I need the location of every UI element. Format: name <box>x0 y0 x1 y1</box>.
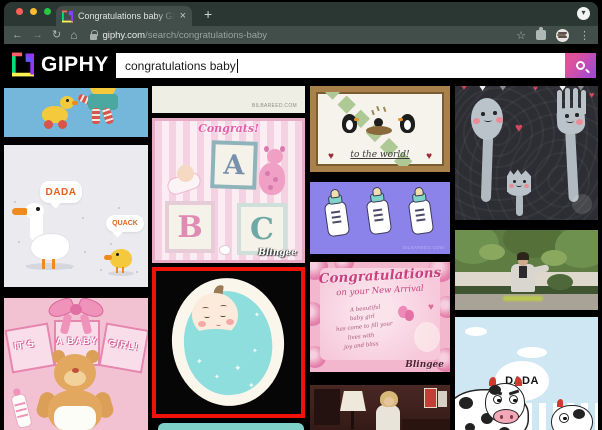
new-tab-button[interactable]: + <box>204 6 212 22</box>
penguin <box>342 114 357 133</box>
star-icon: ✦ <box>248 381 255 390</box>
cloud <box>517 347 547 358</box>
url-box[interactable]: giphy.com/search/congratulations-baby <box>86 30 507 41</box>
baby-bottle <box>408 199 435 236</box>
bookmark-star-icon[interactable]: ☆ <box>516 29 526 42</box>
speech-bubble: QUACK <box>106 215 144 232</box>
search-bar: congratulations baby <box>116 53 596 78</box>
wall-poster <box>424 388 437 408</box>
giphy-brand[interactable]: GIPHY <box>12 52 109 77</box>
lampshade <box>340 391 366 411</box>
gif-tile-baby-girl-teddy[interactable]: IT'S A BABY GIRL! <box>4 298 148 430</box>
gif-tile-congratulations-card[interactable]: Congratulations on your New Arrival A be… <box>310 262 450 372</box>
forward-button[interactable]: → <box>32 26 43 44</box>
speech-bubble: DADA <box>40 181 82 203</box>
pacifier <box>219 245 231 255</box>
address-bar: ← → ↻ ⌂ giphy.com/search/congratulations… <box>4 26 598 44</box>
giphy-wordmark: GIPHY <box>41 53 109 77</box>
giphy-logo-icon <box>12 52 34 77</box>
gif-tile-teal-peek[interactable] <box>158 423 304 430</box>
heart-icon: ♥ <box>461 86 467 93</box>
diamond-border <box>323 86 341 100</box>
bubble-text: DADA <box>46 187 77 198</box>
watermark-badge <box>572 194 592 214</box>
star-icon: ✦ <box>196 357 203 366</box>
nest <box>366 126 392 135</box>
lock-icon <box>90 34 97 40</box>
cow-small <box>551 405 593 430</box>
cloud <box>465 327 487 336</box>
giraffe-plush <box>259 163 285 195</box>
bubble-text: QUACK <box>112 220 138 227</box>
heart-icon: ♥ <box>515 120 523 135</box>
address-bar-actions: ☆ ⋮ <box>516 29 590 42</box>
congrats-script-text: Congrats! <box>155 122 302 135</box>
search-results-grid: DADA QUACK IT'S A BABY GIRL! <box>4 86 598 430</box>
browser-window: Congratulations baby GIFs - Fi × + ▾ ← →… <box>0 0 602 430</box>
gif-tile-goose-dada[interactable]: DADA QUACK <box>4 145 148 287</box>
url-domain: giphy.com <box>102 30 145 41</box>
baby-bottle <box>366 199 393 236</box>
gif-tile-cow-dada[interactable]: DADA <box>455 317 598 430</box>
sampler-caption: to the world! <box>316 150 444 160</box>
stitch-text: A BABY <box>56 336 98 347</box>
close-window-button[interactable] <box>16 8 23 15</box>
star-icon: ✦ <box>214 373 220 381</box>
woman-figure <box>376 405 400 430</box>
baby-bottle <box>324 201 351 238</box>
baby-face-overlay <box>414 322 440 352</box>
back-button[interactable]: ← <box>12 26 23 44</box>
tab-title: Congratulations baby GIFs - Fi <box>78 11 175 21</box>
minimize-window-button[interactable] <box>30 8 37 15</box>
heart-icon: ♥ <box>428 302 434 313</box>
url-path: /search/congratulations-baby <box>145 30 267 41</box>
watermark-text: Blingee <box>258 248 297 258</box>
gif-tile-penguins-sampler[interactable]: ♥ ♥ to the world! <box>310 86 450 172</box>
star-icon: ✦ <box>254 311 260 319</box>
gif-tile-duck-toy[interactable] <box>4 88 148 137</box>
heart-icon: ♥ <box>479 86 486 94</box>
gif-tile-outdoor-man[interactable] <box>455 230 598 310</box>
gif-tile-cutlery-family[interactable]: ♥ ♥ ♥ ♥ ♥ ♥ ♥ ♥ <box>455 86 598 220</box>
search-button[interactable] <box>565 53 596 78</box>
watermark-text: BILBAREED.COM <box>252 103 297 109</box>
gif-tile-baby-bottles[interactable]: BILBAREED.COM <box>310 182 450 254</box>
heart-icon: ♥ <box>533 86 538 93</box>
extensions-puzzle-icon[interactable] <box>536 30 546 40</box>
profile-chevron-icon[interactable]: ▾ <box>577 7 590 20</box>
tab-close-icon[interactable]: × <box>180 11 186 22</box>
star-icon: ✦ <box>234 363 242 374</box>
baby-bottle <box>10 393 33 430</box>
watermark-text: BILBAREED.COM <box>403 245 444 250</box>
giphy-header: GIPHY congratulations baby <box>4 44 598 86</box>
duckling <box>110 249 132 268</box>
watermark-text: Blingee <box>405 360 444 370</box>
giphy-favicon-icon <box>62 10 73 23</box>
profile-avatar[interactable] <box>556 29 569 42</box>
home-button[interactable]: ⌂ <box>70 26 77 44</box>
penguin <box>400 114 415 133</box>
reload-button[interactable]: ↻ <box>52 26 61 44</box>
star-icon: ✦ <box>252 347 258 355</box>
browser-menu-icon[interactable]: ⋮ <box>579 29 590 42</box>
browser-tab[interactable]: Congratulations baby GIFs - Fi × <box>56 6 192 26</box>
gif-tile-abc-blocks[interactable]: Congrats! A B C Blingee <box>152 118 305 263</box>
search-input[interactable]: congratulations baby <box>116 53 565 78</box>
text-caret <box>237 59 238 73</box>
url-text[interactable]: giphy.com/search/congratulations-baby <box>102 30 267 41</box>
heart-icon: ♥ <box>589 90 594 100</box>
gif-tile-swaddled-baby-selected[interactable]: ✦ ✦ ✦ ✦ ✦ ✦ ✦ <box>152 267 305 418</box>
subtitle-caption-blur <box>503 296 543 301</box>
block-a: A <box>210 140 258 190</box>
heart-icon: ♥ <box>499 86 507 94</box>
search-icon <box>576 61 585 70</box>
gif-tile-cream[interactable]: BILBAREED.COM <box>152 86 305 113</box>
search-input-value: congratulations baby <box>125 59 236 73</box>
gif-tile-movie-scene[interactable] <box>310 385 450 430</box>
block-b: B <box>165 201 215 253</box>
tab-strip: Congratulations baby GIFs - Fi × + ▾ <box>4 2 598 26</box>
zoom-window-button[interactable] <box>44 8 51 15</box>
